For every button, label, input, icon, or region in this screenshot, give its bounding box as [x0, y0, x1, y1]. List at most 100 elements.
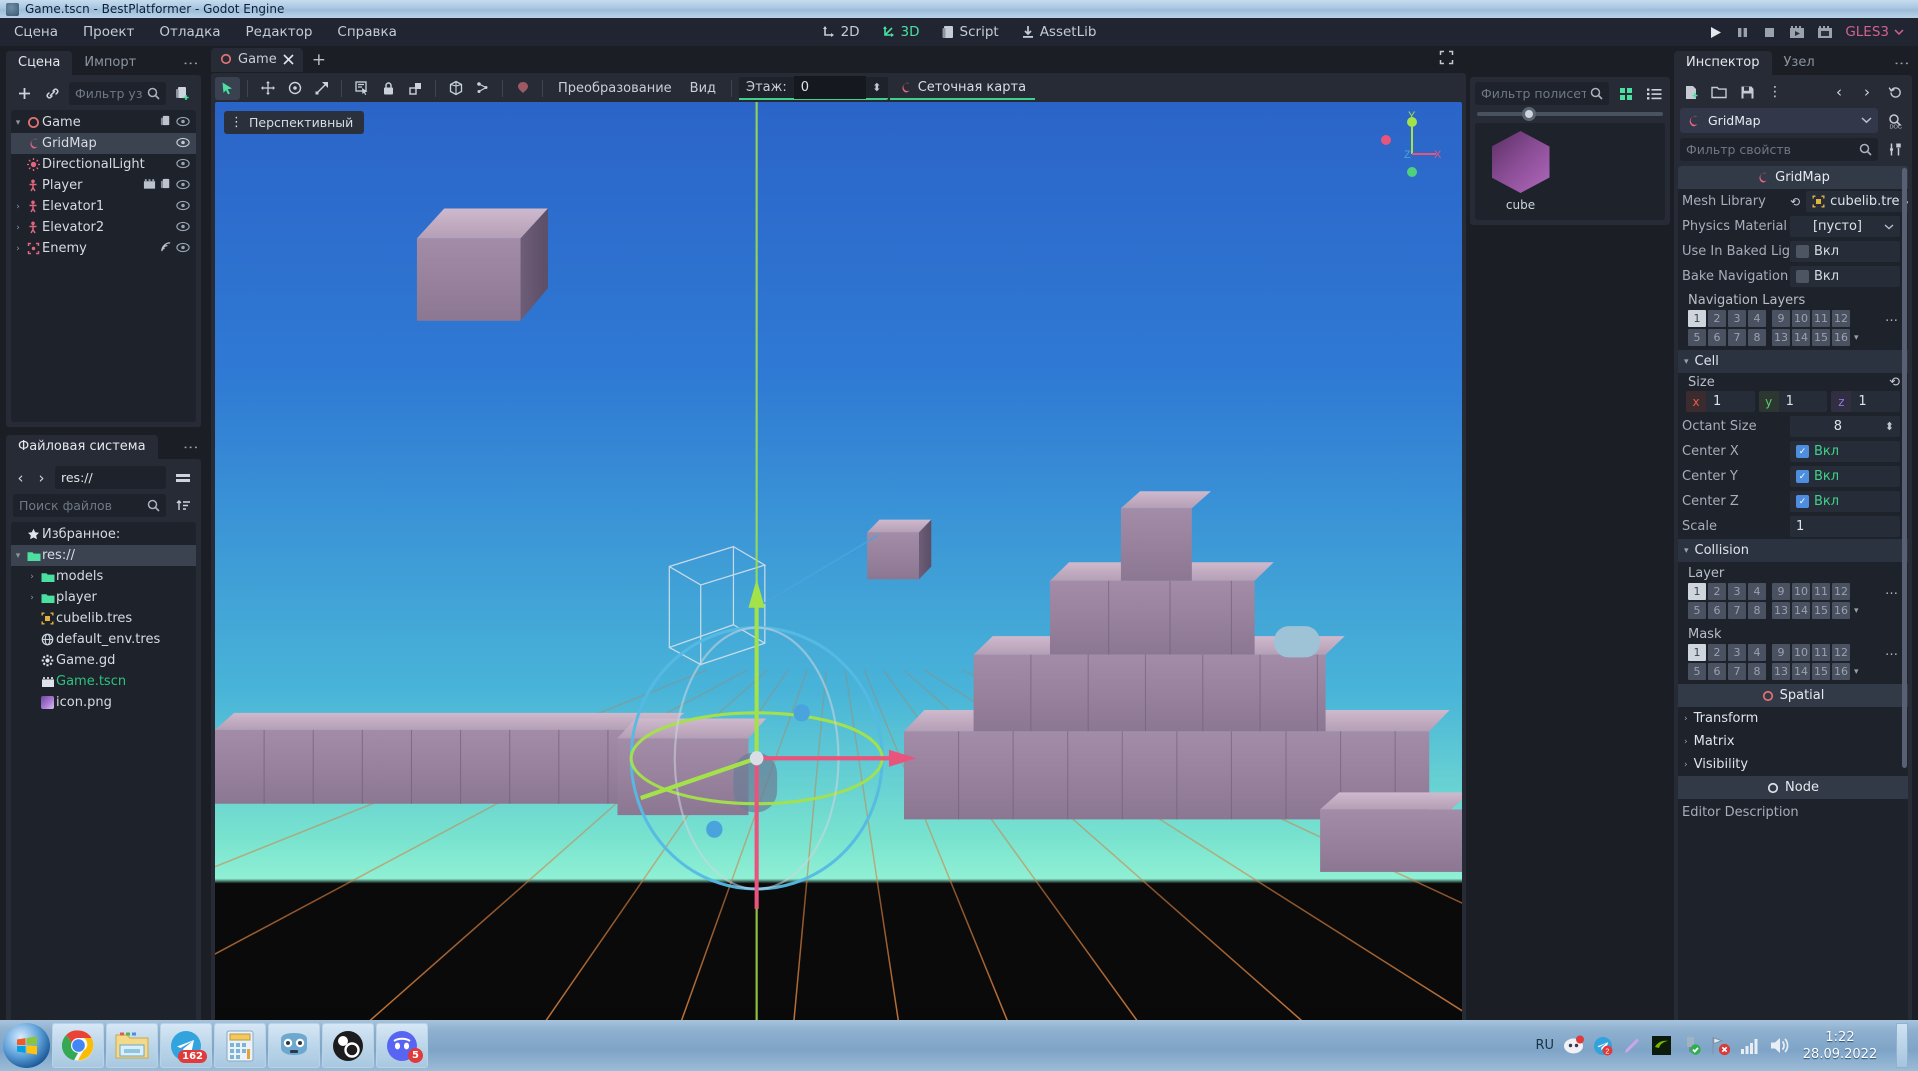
- instance-scene-button[interactable]: [41, 83, 63, 105]
- gridmap-menu-button[interactable]: Сеточная карта: [889, 77, 1036, 100]
- collision-mask-grid[interactable]: 1 2 3 4 5 6 7 8 9 10 11 12 13 14 15 16 ▾…: [1678, 644, 1908, 684]
- layer-cells[interactable]: 1 2 3 4 5 6 7 8 9 10 11 12 13 14 15 16 ▾: [1688, 310, 1859, 346]
- taskbar-app-godot[interactable]: [268, 1023, 320, 1068]
- layer-cell[interactable]: 10: [1792, 583, 1810, 600]
- checkbox-icon[interactable]: ✓: [1796, 445, 1809, 458]
- inspector-dock-menu-icon[interactable]: ⋮: [1893, 56, 1912, 75]
- node-visibility-toggle[interactable]: [176, 200, 190, 214]
- show-desktop-button[interactable]: [1896, 1023, 1908, 1068]
- list-view-icon[interactable]: [1643, 83, 1665, 105]
- chevron-down-icon[interactable]: ▾: [1854, 333, 1859, 343]
- node-visibility-toggle[interactable]: [176, 179, 190, 193]
- taskbar-app-discord[interactable]: 5: [376, 1023, 428, 1068]
- snap-icon[interactable]: [443, 77, 468, 100]
- node-visibility-toggle[interactable]: [176, 158, 190, 172]
- renderer-selector[interactable]: GLES3: [1845, 24, 1904, 40]
- layer-cell[interactable]: 2: [1708, 644, 1726, 661]
- open-resource-icon[interactable]: [1708, 81, 1730, 103]
- expander-icon[interactable]: ▾: [11, 551, 25, 561]
- tab-filesystem[interactable]: Файловая система: [6, 435, 158, 459]
- fs-item-game-tscn[interactable]: Game.tscn: [11, 671, 196, 692]
- node-script-icon[interactable]: [160, 178, 172, 193]
- expander-icon[interactable]: ›: [11, 202, 25, 212]
- layer-cell[interactable]: 6: [1708, 329, 1726, 346]
- slider-handle[interactable]: [1521, 107, 1536, 121]
- scene-node-elevator2[interactable]: › Elevator2: [11, 217, 196, 238]
- scale-mode-icon[interactable]: [309, 77, 334, 100]
- layer-cells[interactable]: 1 2 3 4 5 6 7 8 9 10 11 12 13 14 15 16 ▾: [1688, 583, 1859, 619]
- checkbox-icon[interactable]: [1796, 270, 1809, 283]
- taskbar-clock[interactable]: 1:22 28.09.2022: [1799, 1029, 1881, 1063]
- taskbar-app-telegram[interactable]: 162: [160, 1023, 212, 1068]
- size-x-field[interactable]: x 1: [1686, 391, 1755, 412]
- layer-cell[interactable]: 9: [1772, 583, 1790, 600]
- add-scene-button[interactable]: +: [303, 50, 335, 70]
- checkbox-icon[interactable]: [1796, 245, 1809, 258]
- group-icon[interactable]: [403, 77, 428, 100]
- pen-icon[interactable]: [1622, 1036, 1642, 1056]
- node-visibility-toggle[interactable]: [176, 242, 190, 256]
- layer-cell[interactable]: 1: [1688, 310, 1706, 327]
- network-error-icon[interactable]: [1710, 1035, 1731, 1056]
- taskbar-app-chrome[interactable]: [52, 1023, 104, 1068]
- layer-cell[interactable]: 5: [1688, 329, 1706, 346]
- mesh-item-grid[interactable]: cube: [1475, 123, 1665, 220]
- node-visibility-toggle[interactable]: [176, 116, 190, 130]
- save-resource-icon[interactable]: [1736, 81, 1758, 103]
- property-value[interactable]: ✓ Вкл: [1790, 491, 1900, 512]
- scene-tab-game[interactable]: Game: [211, 47, 303, 72]
- layer-cell[interactable]: 13: [1772, 602, 1790, 619]
- chevron-down-icon[interactable]: [1884, 223, 1894, 230]
- layer-more-button[interactable]: …: [1885, 583, 1902, 598]
- expander-icon[interactable]: ›: [11, 244, 25, 254]
- layer-cell[interactable]: 5: [1688, 602, 1706, 619]
- expander-icon[interactable]: ›: [25, 572, 39, 582]
- scene-dock-menu-icon[interactable]: ⋮: [182, 56, 201, 75]
- view-menu-button[interactable]: Вид: [682, 78, 724, 99]
- layer-cell[interactable]: 11: [1812, 644, 1830, 661]
- layer-cell[interactable]: 9: [1772, 644, 1790, 661]
- kebab-icon[interactable]: ⋮: [1764, 81, 1786, 103]
- layer-cell[interactable]: 2: [1708, 583, 1726, 600]
- layer-cell[interactable]: 7: [1728, 663, 1746, 680]
- layer-cell[interactable]: 5: [1688, 663, 1706, 680]
- play-icon[interactable]: [1708, 25, 1723, 40]
- section-visibility[interactable]: › Visibility: [1678, 753, 1908, 776]
- telegram-tray-icon[interactable]: 2: [1593, 1036, 1613, 1056]
- list-select-icon[interactable]: [349, 77, 374, 100]
- signal-icon[interactable]: [1740, 1037, 1760, 1055]
- object-tools-icon[interactable]: [1884, 139, 1906, 161]
- fs-item-cubelib[interactable]: cubelib.tres: [11, 608, 196, 629]
- split-mode-icon[interactable]: [172, 467, 194, 489]
- layer-more-button[interactable]: …: [1885, 310, 1902, 325]
- fs-item-res-root[interactable]: ▾ res://: [11, 545, 196, 566]
- node-signal-icon[interactable]: [160, 241, 172, 256]
- tab-script[interactable]: Script: [932, 21, 1009, 43]
- layer-cell[interactable]: 13: [1772, 663, 1790, 680]
- property-bake-navigation[interactable]: Bake Navigation Вкл: [1678, 264, 1908, 289]
- layer-cell[interactable]: 13: [1772, 329, 1790, 346]
- size-z-field[interactable]: z 1: [1831, 391, 1901, 412]
- usb-eject-icon[interactable]: [1681, 1035, 1701, 1056]
- navigation-layers-grid[interactable]: 1 2 3 4 5 6 7 8 9 10 11 12 13 14 15 16 ▾…: [1678, 310, 1908, 350]
- inspector-scrollbar[interactable]: [1902, 168, 1907, 768]
- spinner-icon[interactable]: ⬍: [1885, 420, 1894, 433]
- section-cell[interactable]: ▾ Cell: [1678, 350, 1908, 373]
- layer-more-button[interactable]: …: [1885, 644, 1902, 659]
- gridmap-floor-control[interactable]: Этаж: 0 ⬍: [739, 75, 888, 100]
- volume-icon[interactable]: [1769, 1036, 1790, 1055]
- layer-cell[interactable]: 6: [1708, 663, 1726, 680]
- layer-cell[interactable]: 1: [1688, 583, 1706, 600]
- layer-cell[interactable]: 16: [1832, 602, 1850, 619]
- history-back-icon[interactable]: ‹: [1828, 81, 1850, 103]
- expander-icon[interactable]: ›: [11, 223, 25, 233]
- revert-icon[interactable]: ⟲: [1889, 375, 1900, 390]
- current-path-field[interactable]: res://: [55, 466, 166, 489]
- fs-item-icon-png[interactable]: icon.png: [11, 692, 196, 713]
- pause-icon[interactable]: [1735, 25, 1750, 40]
- play-custom-scene-icon[interactable]: [1817, 25, 1833, 40]
- layer-cell[interactable]: 11: [1812, 583, 1830, 600]
- node-visibility-toggle[interactable]: [176, 221, 190, 235]
- property-mesh-library[interactable]: Mesh Library ⟲ cubelib.tre: [1678, 189, 1908, 214]
- close-icon[interactable]: [283, 53, 294, 65]
